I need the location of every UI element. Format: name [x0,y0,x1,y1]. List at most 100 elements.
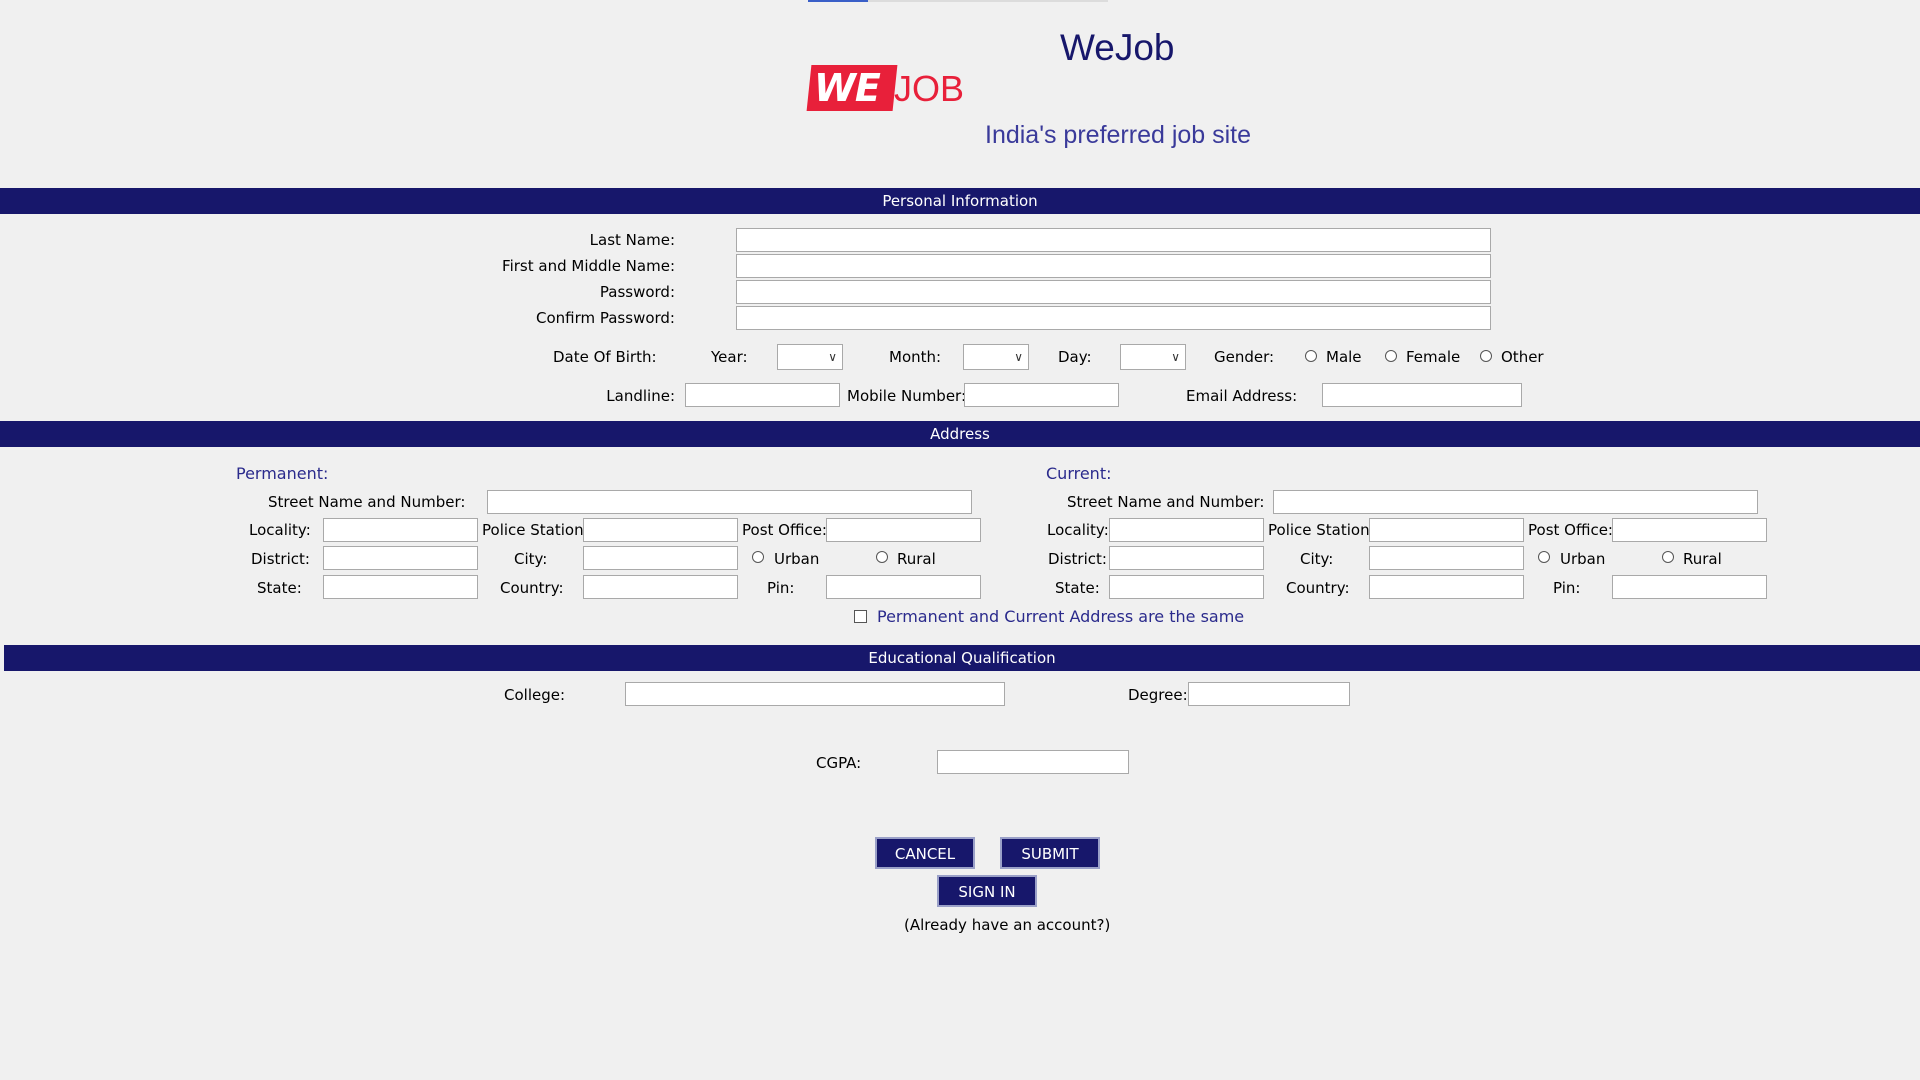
current-state-label: State: [1055,579,1100,597]
top-indicator-active [808,0,868,2]
submit-button[interactable]: SUBMIT [1000,837,1100,869]
current-country-label: Country: [1286,579,1350,597]
already-account-text: (Already have an account?) [904,916,1111,934]
current-heading: Current: [1046,464,1112,483]
permanent-street-label: Street Name and Number: [268,493,466,511]
logo-we-text: WE [814,66,881,110]
last-name-input[interactable] [736,228,1491,252]
personal-info-band: Personal Information [0,188,1920,214]
year-select[interactable]: ∨ [777,344,843,370]
permanent-country-label: Country: [500,579,564,597]
landline-input[interactable] [685,383,840,407]
password-label: Password: [599,283,675,301]
gender-label: Gender: [1214,348,1275,366]
permanent-police-input[interactable] [583,518,738,542]
sign-in-button[interactable]: SIGN IN [937,875,1037,907]
email-label: Email Address: [1186,387,1298,405]
permanent-police-label: Police Station: [482,521,589,539]
permanent-rural-radio[interactable] [876,551,888,563]
education-title: Educational Qualification [868,649,1056,667]
degree-input[interactable] [1188,682,1350,706]
permanent-pin-input[interactable] [826,575,981,599]
logo: WE JOB [806,64,964,112]
current-country-input[interactable] [1369,575,1524,599]
logo-job-text: JOB [894,68,965,109]
first-middle-name-input[interactable] [736,254,1491,278]
gender-other-radio[interactable] [1480,350,1492,362]
permanent-urban-radio[interactable] [752,551,764,563]
current-pin-label: Pin: [1553,579,1581,597]
current-street-label: Street Name and Number: [1067,493,1265,511]
current-street-input[interactable] [1273,490,1758,514]
gender-male-radio[interactable] [1305,350,1317,362]
personal-info-title: Personal Information [882,192,1038,210]
current-police-input[interactable] [1369,518,1524,542]
permanent-city-label: City: [514,550,548,568]
permanent-state-label: State: [257,579,302,597]
day-select[interactable]: ∨ [1120,344,1186,370]
confirm-password-label: Confirm Password: [535,309,675,327]
permanent-locality-label: Locality: [249,521,311,539]
current-district-label: District: [1048,550,1107,568]
permanent-city-input[interactable] [583,546,738,570]
chevron-down-icon: ∨ [1171,350,1180,364]
permanent-state-input[interactable] [323,575,478,599]
permanent-district-label: District: [251,550,310,568]
password-input[interactable] [736,280,1491,304]
chevron-down-icon: ∨ [828,350,837,364]
current-rural-label: Rural [1683,550,1722,568]
gender-other-label: Other [1501,348,1544,366]
mobile-label: Mobile Number: [847,387,967,405]
email-input[interactable] [1322,383,1522,407]
cancel-button[interactable]: CANCEL [875,837,975,869]
college-label: College: [504,686,566,704]
day-label: Day: [1058,348,1092,366]
current-post-label: Post Office: [1528,521,1613,539]
month-label: Month: [889,348,942,366]
current-post-input[interactable] [1612,518,1767,542]
permanent-urban-label: Urban [774,550,820,568]
cgpa-label: CGPA: [816,754,862,772]
permanent-street-input[interactable] [487,490,972,514]
last-name-label: Last Name: [589,231,675,249]
month-select[interactable]: ∨ [963,344,1029,370]
permanent-district-input[interactable] [323,546,478,570]
landline-label: Landline: [606,387,675,405]
address-band: Address [0,421,1920,447]
current-urban-label: Urban [1560,550,1606,568]
college-input[interactable] [625,682,1005,706]
education-band: Educational Qualification [4,645,1920,671]
current-rural-radio[interactable] [1662,551,1674,563]
current-state-input[interactable] [1109,575,1264,599]
gender-female-radio[interactable] [1385,350,1397,362]
address-title: Address [930,425,990,443]
current-police-label: Police Station: [1268,521,1375,539]
current-locality-input[interactable] [1109,518,1264,542]
permanent-rural-label: Rural [897,550,936,568]
permanent-post-input[interactable] [826,518,981,542]
cgpa-input[interactable] [937,750,1129,774]
current-urban-radio[interactable] [1538,551,1550,563]
mobile-input[interactable] [964,383,1119,407]
first-middle-name-label: First and Middle Name: [502,257,675,275]
permanent-post-label: Post Office: [742,521,827,539]
degree-label: Degree: [1128,686,1188,704]
permanent-country-input[interactable] [583,575,738,599]
confirm-password-input[interactable] [736,306,1491,330]
gender-female-label: Female [1406,348,1461,366]
permanent-heading: Permanent: [236,464,329,483]
permanent-locality-input[interactable] [323,518,478,542]
current-locality-label: Locality: [1047,521,1109,539]
chevron-down-icon: ∨ [1014,350,1023,364]
permanent-pin-label: Pin: [767,579,795,597]
dob-label: Date Of Birth: [553,348,657,366]
current-pin-input[interactable] [1612,575,1767,599]
site-title: WeJob [1060,27,1175,68]
year-label: Year: [711,348,748,366]
gender-male-label: Male [1326,348,1362,366]
site-tagline: India's preferred job site [985,121,1252,149]
same-address-checkbox[interactable] [854,610,867,623]
current-district-input[interactable] [1109,546,1264,570]
same-address-label: Permanent and Current Address are the sa… [877,607,1245,626]
current-city-input[interactable] [1369,546,1524,570]
